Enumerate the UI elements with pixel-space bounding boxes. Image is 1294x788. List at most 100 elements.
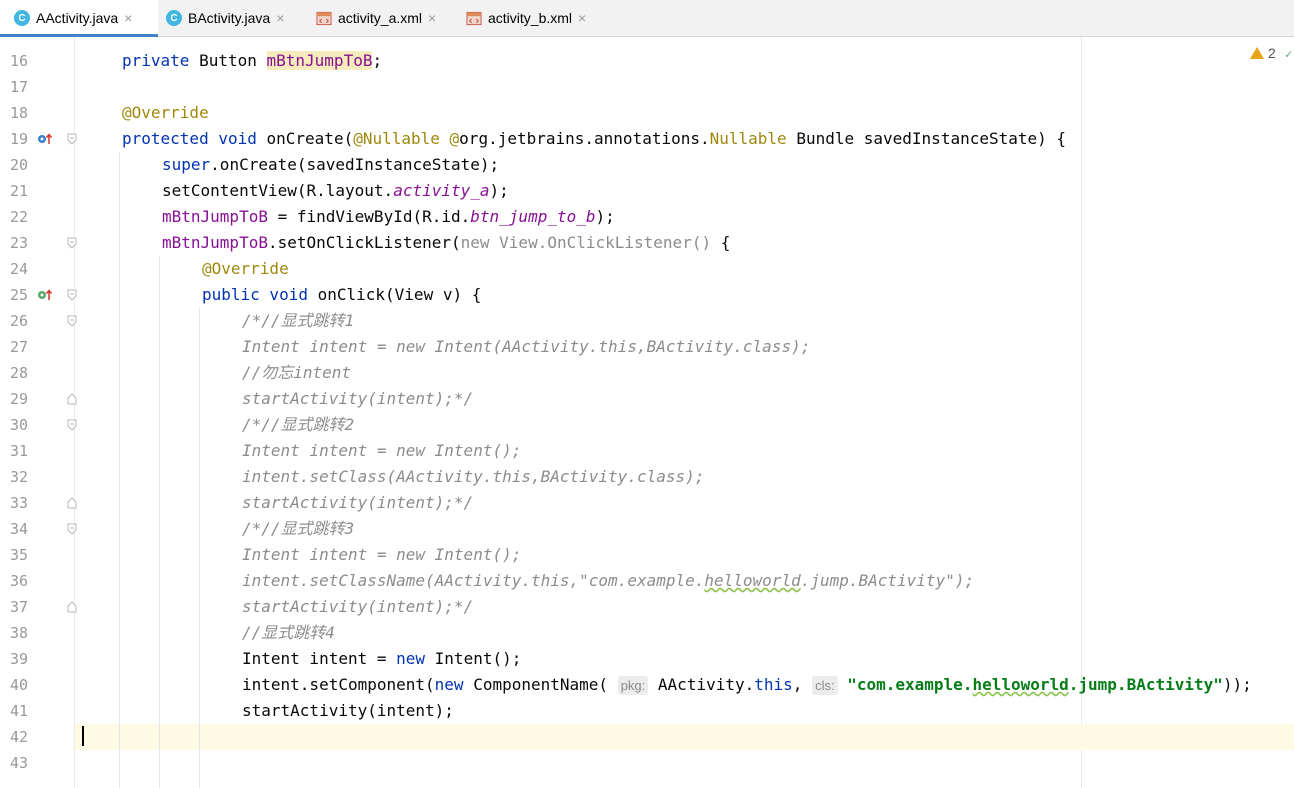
keyword: public (202, 285, 260, 304)
code-text: super.onCreate(savedInstanceState); (162, 152, 499, 178)
line-number: 18 (10, 104, 29, 122)
keyword: new (460, 233, 490, 252)
xml-layout-icon (316, 10, 332, 26)
close-icon[interactable]: × (124, 10, 132, 26)
code-text: public void onClick(View v) { (202, 282, 481, 308)
code-editor[interactable]: 2 ✓ 16 private Button mBtnJumpToB; 17 18… (0, 37, 1294, 788)
field-reference: mBtnJumpToB (162, 233, 268, 252)
line-number: 38 (10, 624, 29, 642)
parameter-hint: pkg: (617, 676, 649, 695)
code-token: org.jetbrains.annotations. (459, 129, 710, 148)
editor-tab-bar: C AActivity.java × C BActivity.java × ac… (0, 0, 1294, 37)
close-icon[interactable]: × (578, 10, 586, 26)
code-line: 23 mBtnJumpToB.setOnClickListener(new Vi… (0, 230, 1294, 256)
fold-icon[interactable] (67, 523, 77, 535)
fold-icon[interactable] (67, 419, 77, 431)
keyword: this (754, 675, 793, 694)
fold-icon[interactable] (67, 289, 77, 301)
tab-label: AActivity.java (36, 10, 119, 26)
comment-text: //显式跳转4 (242, 623, 335, 642)
code-token: = findViewById(R.id. (267, 207, 471, 226)
code-token: ; (372, 51, 383, 70)
code-line: 43 (0, 750, 1294, 776)
code-token: ); (595, 207, 615, 226)
code-token: intent.setComponent( (242, 675, 435, 694)
code-line: 38 //显式跳转4 (0, 620, 1294, 646)
line-number: 24 (10, 260, 29, 278)
tab-activity-b-xml[interactable]: activity_b.xml × (458, 0, 608, 36)
field-reference: activity_a (393, 181, 490, 200)
field-reference: btn_jump_to_b (470, 207, 596, 226)
typo-word: helloworld (704, 571, 801, 590)
keyword: void (208, 129, 257, 148)
keyword: super (162, 155, 211, 174)
close-icon[interactable]: × (276, 10, 284, 26)
code-line: 20 super.onCreate(savedInstanceState); (0, 152, 1294, 178)
annotation: @Override (202, 259, 289, 278)
code-line: 30 /*//显式跳转2 (0, 412, 1294, 438)
code-line: 25 public void onClick(View v) { (0, 282, 1294, 308)
code-line: 40 intent.setComponent(new ComponentName… (0, 672, 1294, 698)
code-token: Bundle savedInstanceState) { (786, 129, 1067, 148)
fold-icon[interactable] (67, 315, 77, 327)
code-line: 42 (0, 724, 1294, 750)
tab-bactivity-java[interactable]: C BActivity.java × (158, 0, 308, 36)
code-token: Intent(); (425, 649, 522, 668)
comment-text: Intent intent = new Intent(); (242, 545, 522, 564)
comment-text: intent.setClass(AActivity.this,BActivity… (242, 467, 705, 486)
java-class-icon: C (166, 10, 182, 26)
code-line: 19 protected void onCreate(@Nullable @or… (0, 126, 1294, 152)
code-token: setContentView(R.layout. (162, 181, 394, 200)
comment-text: /*//显式跳转3 (242, 519, 355, 538)
tab-aactivity-java[interactable]: C AActivity.java × (0, 0, 158, 37)
java-class-icon: C (14, 10, 30, 26)
text-cursor (82, 726, 84, 746)
code-line: 32 intent.setClass(AActivity.this,BActiv… (0, 464, 1294, 490)
code-line: 35 Intent intent = new Intent(); (0, 542, 1294, 568)
line-number: 16 (10, 52, 29, 70)
code-token: .setOnClickListener( (267, 233, 461, 252)
code-line: 36 intent.setClassName(AActivity.this,"c… (0, 568, 1294, 594)
keyword: new (396, 649, 426, 668)
comment-text: Intent intent = new Intent(); (242, 441, 522, 460)
fold-end-icon[interactable] (67, 601, 77, 613)
code-token: Intent intent = (242, 649, 397, 668)
code-token: ); (489, 181, 509, 200)
line-number: 41 (10, 702, 29, 720)
code-text: @Override (122, 100, 209, 126)
line-number: 30 (10, 416, 29, 434)
code-token: AActivity. (648, 675, 755, 694)
line-number: 34 (10, 520, 29, 538)
fold-icon[interactable] (67, 237, 77, 249)
line-number: 39 (10, 650, 29, 668)
comment-text: //勿忘intent (242, 363, 352, 382)
code-line: 41 startActivity(intent); (0, 698, 1294, 724)
line-number: 29 (10, 390, 29, 408)
line-number: 23 (10, 234, 29, 252)
code-text: setContentView(R.layout.activity_a); (162, 178, 509, 204)
tab-activity-a-xml[interactable]: activity_a.xml × (308, 0, 458, 36)
line-number: 33 (10, 494, 29, 512)
close-icon[interactable]: × (428, 10, 436, 26)
comment-text: startActivity(intent);*/ (242, 389, 474, 408)
tab-label: activity_a.xml (338, 10, 423, 26)
line-number: 17 (10, 78, 29, 96)
line-number: 25 (10, 286, 29, 304)
code-token: Button (189, 51, 267, 70)
fold-end-icon[interactable] (67, 393, 77, 405)
code-text: startActivity(intent); (242, 701, 454, 720)
implement-method-icon[interactable] (37, 288, 53, 302)
line-number: 43 (10, 754, 29, 772)
code-token: , (792, 675, 803, 694)
typo-word: helloworld (972, 675, 1069, 694)
code-line: 18 @Override (0, 100, 1294, 126)
tab-label: BActivity.java (188, 10, 271, 26)
override-method-icon[interactable] (37, 132, 53, 146)
fold-end-icon[interactable] (67, 497, 77, 509)
code-token: .jump.BActivity"); (800, 571, 975, 590)
annotation: @Nullable (353, 129, 440, 148)
fold-icon[interactable] (67, 133, 77, 145)
code-line: 29 startActivity(intent);*/ (0, 386, 1294, 412)
code-token: )); (1222, 675, 1252, 694)
code-line: 33 startActivity(intent);*/ (0, 490, 1294, 516)
